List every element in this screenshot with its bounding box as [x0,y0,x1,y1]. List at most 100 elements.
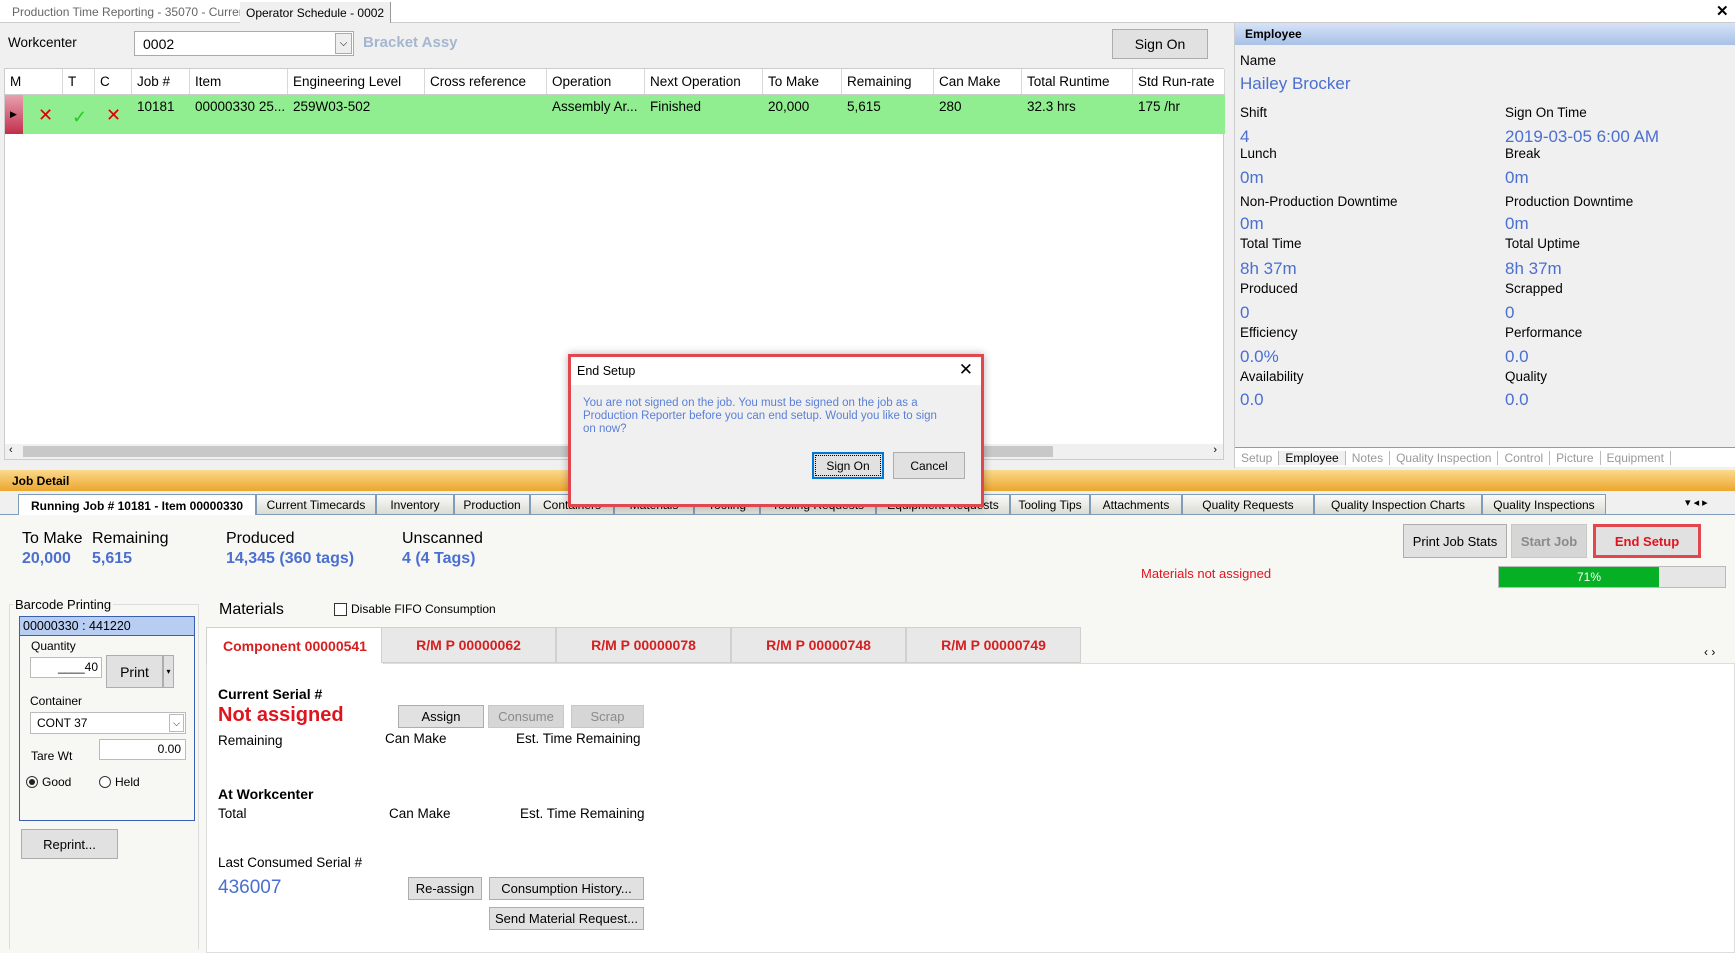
tab-job-detail[interactable]: Production [454,494,530,514]
tab-production-time-reporting[interactable]: Production Time Reporting - 35070 - Curr… [12,5,249,19]
col-c[interactable]: C [95,69,132,94]
consumption-history-button[interactable]: Consumption History... [489,877,644,900]
quantity-label: Quantity [31,639,76,653]
assign-button[interactable]: Assign [398,705,484,728]
col-to-make[interactable]: To Make [763,69,842,94]
last-consumed-label: Last Consumed Serial # [218,855,363,870]
sign-on-button[interactable]: Sign On [1112,29,1208,59]
field-value: 4 [1240,127,1250,146]
barcode-selected-item[interactable]: 00000330 : 441220 [20,617,194,636]
good-label: Good [42,775,72,789]
remaining-label: Remaining [218,733,283,748]
field-value: 8h 37m [1505,259,1562,278]
tab-job-detail[interactable]: Current Timecards [256,494,376,514]
tare-label: Tare Wt [31,749,73,763]
col-m[interactable]: M [5,69,63,94]
tab-picture[interactable]: Picture [1550,450,1601,465]
tab-equipment[interactable]: Equipment [1601,450,1671,465]
field-value: 0m [1240,214,1264,233]
container-value: CONT 37 [37,716,88,730]
scrap-button[interactable]: Scrap [571,705,644,728]
workcenter-label: Workcenter [8,35,77,50]
field-label: Sign On Time [1505,105,1587,120]
tab-job-detail[interactable]: Attachments [1090,494,1182,514]
field-value: 0m [1505,214,1529,233]
container-select[interactable]: CONT 37 ⌵ [30,712,186,734]
print-button[interactable]: Print [106,655,163,688]
tare-input[interactable]: 0.00 [99,739,186,760]
start-job-button[interactable]: Start Job [1511,524,1587,558]
col-t[interactable]: T [63,69,95,94]
material-tab[interactable]: R/M P 00000078 [556,627,731,663]
material-tab[interactable]: R/M P 00000748 [731,627,906,663]
send-material-request-button[interactable]: Send Material Request... [489,907,644,930]
col-eng-level[interactable]: Engineering Level [288,69,425,94]
row-selector[interactable]: ▶ [5,95,23,134]
scroll-left-icon[interactable]: ‹ [9,444,13,456]
tab-job-detail[interactable]: Quality Inspection Charts [1314,494,1482,514]
material-tab-scroll-icons[interactable]: ‹ › [1704,645,1715,659]
chevron-down-icon[interactable]: ⌵ [169,714,184,732]
status-message: Materials not assigned [1141,566,1272,581]
material-tab[interactable]: Component 00000541 [206,627,384,664]
reprint-button[interactable]: Reprint... [21,829,118,859]
fifo-checkbox[interactable]: Disable FIFO Consumption [334,602,496,616]
col-cross-ref[interactable]: Cross reference [425,69,547,94]
field-value: 0m [1505,168,1529,187]
field-value: 0.0% [1240,347,1279,366]
cell-can-make: 280 [939,99,962,114]
col-total-runtime[interactable]: Total Runtime [1022,69,1133,94]
window-tab-bar: Production Time Reporting - 35070 - Curr… [0,0,1735,23]
col-next-operation[interactable]: Next Operation [645,69,763,94]
col-remaining[interactable]: Remaining [842,69,934,94]
close-icon[interactable]: ✕ [1716,2,1729,20]
tab-setup[interactable]: Setup [1235,450,1280,465]
name-label: Name [1240,53,1277,68]
dialog-title-bar: End Setup ✕ [571,357,981,385]
dialog-cancel-button[interactable]: Cancel [893,452,965,479]
tab-job-detail[interactable]: Tooling Tips [1010,494,1090,514]
tab-notes[interactable]: Notes [1346,450,1391,465]
quantity-input[interactable]: ____40 [30,657,102,678]
workcenter-select[interactable]: 0002 ⌵ [134,31,354,56]
col-job[interactable]: Job # [132,69,190,94]
tab-job-detail[interactable]: Quality Requests [1182,494,1314,514]
material-tab[interactable]: R/M P 00000749 [906,627,1081,663]
print-job-stats-button[interactable]: Print Job Stats [1403,524,1507,558]
field-value: 0.0 [1505,347,1529,366]
col-item[interactable]: Item [190,69,288,94]
dialog-sign-on-button[interactable]: Sign On [812,452,884,479]
tab-job-detail[interactable]: Quality Inspections [1482,494,1606,514]
scroll-right-icon[interactable]: › [1213,444,1217,456]
col-can-make[interactable]: Can Make [934,69,1022,94]
field-value: 0.0 [1505,390,1529,409]
material-tab[interactable]: R/M P 00000062 [381,627,556,663]
stat-value: 14,345 (360 tags) [226,550,355,567]
dialog-close-icon[interactable]: ✕ [959,360,973,380]
tab-employee[interactable]: Employee [1279,450,1346,465]
field-label: Efficiency [1240,325,1298,340]
tab-job-detail[interactable]: Running Job # 10181 - Item 00000330 [18,494,256,516]
col-std-rate[interactable]: Std Run-rate [1133,69,1225,94]
tab-overflow-icons[interactable]: ▾ ◂ ▸ [1685,496,1708,509]
field-value: 0.0 [1240,390,1264,409]
held-radio[interactable]: Held [99,775,140,789]
tab-quality-inspection[interactable]: Quality Inspection [1390,450,1499,465]
reassign-button[interactable]: Re-assign [408,877,482,900]
tab-job-detail[interactable]: Inventory [376,494,454,514]
progress-bar: 71% [1498,566,1726,588]
consume-button[interactable]: Consume [488,705,564,728]
tab-control[interactable]: Control [1498,450,1551,465]
field-value: 8h 37m [1240,259,1297,278]
table-row[interactable]: ▶ ✕ ✓ ✕ 10181 00000330 25... 259W03-502 … [5,95,1225,134]
col-operation[interactable]: Operation [547,69,645,94]
good-radio[interactable]: Good [26,775,71,789]
tab-operator-schedule[interactable]: Operator Schedule - 0002 [240,2,392,23]
field-label: Availability [1240,369,1304,384]
print-dropdown-icon[interactable]: ▾ [163,655,174,688]
field-label: Production Downtime [1505,194,1634,209]
end-setup-button[interactable]: End Setup [1593,524,1701,558]
chevron-down-icon[interactable]: ⌵ [335,33,352,54]
fifo-label: Disable FIFO Consumption [351,602,496,616]
dialog-message: You are not signed on the job. You must … [583,397,937,435]
